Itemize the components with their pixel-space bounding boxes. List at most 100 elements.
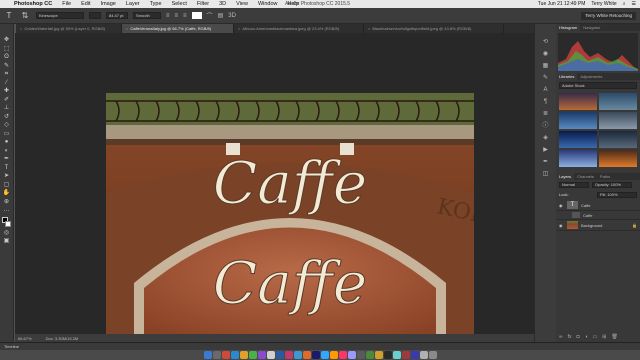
dock-app-icon[interactable]: [392, 351, 401, 359]
fill-field[interactable]: Fill: 100%: [597, 192, 637, 198]
menu-layer[interactable]: Layer: [126, 1, 140, 7]
paths-icon[interactable]: ✒: [542, 158, 550, 166]
timeline-panel[interactable]: Timeline: [0, 342, 640, 350]
lasso-tool-icon[interactable]: ʘ: [2, 53, 12, 62]
antialias-select[interactable]: Smooth: [133, 12, 161, 19]
dock-app-icon[interactable]: [212, 351, 221, 359]
blend-mode-select[interactable]: Normal: [559, 182, 589, 188]
dock-app-icon[interactable]: [257, 351, 266, 359]
dock-app-icon[interactable]: [374, 351, 383, 359]
align-right-icon[interactable]: ≡: [183, 13, 187, 19]
more-tools-icon[interactable]: …: [2, 206, 12, 215]
dock-app-icon[interactable]: [401, 351, 410, 359]
eyedropper-tool-icon[interactable]: ⁄: [2, 79, 12, 88]
menu-select[interactable]: Select: [172, 1, 187, 7]
menu-3d[interactable]: 3D: [219, 1, 226, 7]
paragraph-icon[interactable]: ¶: [542, 98, 550, 106]
canvas-area[interactable]: KONG Caffe Caffe: [15, 33, 534, 338]
library-source-select[interactable]: Adobe Stock: [559, 82, 637, 89]
text-orientation-icon[interactable]: ⇅: [20, 11, 30, 21]
close-icon[interactable]: ×: [126, 26, 128, 31]
character-panel-icon[interactable]: ▤: [218, 12, 224, 19]
3d-icon[interactable]: 3D: [228, 13, 236, 19]
font-family-select[interactable]: Kinescope: [36, 12, 84, 19]
dock-app-icon[interactable]: [293, 351, 302, 359]
new-layer-icon[interactable]: ⊞: [602, 334, 606, 340]
color-icon[interactable]: ◉: [542, 50, 550, 58]
zoom-tool-icon[interactable]: ⊕: [2, 198, 12, 207]
color-swatches[interactable]: [1, 216, 12, 229]
clone-stamp-tool-icon[interactable]: ⊥: [2, 104, 12, 113]
menu-list-icon[interactable]: ☰: [632, 1, 636, 7]
brush-tool-icon[interactable]: ✐: [2, 96, 12, 105]
menu-edit[interactable]: Edit: [81, 1, 90, 7]
menu-app-name[interactable]: Photoshop CC: [14, 1, 52, 7]
align-left-icon[interactable]: ≡: [166, 13, 170, 19]
rectangle-tool-icon[interactable]: ▢: [2, 181, 12, 190]
close-icon[interactable]: ×: [238, 26, 240, 31]
dodge-tool-icon[interactable]: ◐: [2, 147, 12, 156]
visibility-icon[interactable]: ◉: [559, 203, 564, 208]
styles-icon[interactable]: ◈: [542, 134, 550, 142]
dock-app-icon[interactable]: [203, 351, 212, 359]
info-icon[interactable]: ⓘ: [542, 122, 550, 130]
doc-tab[interactable]: × GoldenWaterfall.jpg @ 50% (Layer 0, RGB…: [16, 24, 122, 33]
menu-window[interactable]: Window: [258, 1, 278, 7]
quick-mask-icon[interactable]: ◎: [2, 229, 12, 238]
marquee-tool-icon[interactable]: ⬚: [2, 45, 12, 54]
search-icon[interactable]: ⌕: [623, 1, 626, 7]
group-icon[interactable]: ▭: [593, 334, 598, 340]
brush-presets-icon[interactable]: ✎: [542, 74, 550, 82]
tab-libraries[interactable]: Libraries: [556, 73, 578, 80]
fx-icon[interactable]: fx: [568, 334, 572, 340]
healing-tool-icon[interactable]: ✚: [2, 87, 12, 96]
dock-app-icon[interactable]: [275, 351, 284, 359]
actions-icon[interactable]: ▶: [542, 146, 550, 154]
dock-app-icon[interactable]: [230, 351, 239, 359]
doc-size[interactable]: Doc: 3.30M/15.2M: [46, 336, 79, 341]
layer-row[interactable]: ◉ T Caffe: [556, 200, 640, 211]
stock-thumb[interactable]: [599, 112, 637, 129]
warp-text-icon[interactable]: ⌒: [207, 11, 213, 20]
gradient-tool-icon[interactable]: ▭: [2, 130, 12, 139]
screen-mode-icon[interactable]: ▣: [2, 237, 12, 246]
dock-app-icon[interactable]: [329, 351, 338, 359]
pen-tool-icon[interactable]: ✒: [2, 155, 12, 164]
menu-image[interactable]: Image: [101, 1, 116, 7]
menu-filter[interactable]: Filter: [197, 1, 209, 7]
dock-app-icon[interactable]: [302, 351, 311, 359]
trash-dock-icon[interactable]: [428, 351, 437, 359]
text-color-swatch[interactable]: [191, 12, 202, 19]
tab-channels[interactable]: Channels: [574, 173, 597, 180]
dock-app-icon[interactable]: [221, 351, 230, 359]
clock[interactable]: Tue Jun 21 12:49 PM: [538, 1, 586, 7]
dock-app-icon[interactable]: [419, 351, 428, 359]
close-icon[interactable]: ×: [20, 26, 22, 31]
background-color[interactable]: [4, 220, 11, 227]
tab-paths[interactable]: Paths: [597, 173, 613, 180]
hand-tool-icon[interactable]: ✋: [2, 189, 12, 198]
user-name[interactable]: Terry White: [591, 1, 616, 7]
type-tool-icon[interactable]: T: [4, 11, 14, 21]
visibility-icon[interactable]: ◉: [559, 223, 564, 228]
move-tool-icon[interactable]: ✥: [2, 36, 12, 45]
menu-file[interactable]: File: [62, 1, 71, 7]
path-select-tool-icon[interactable]: ➤: [2, 172, 12, 181]
document-canvas[interactable]: KONG Caffe Caffe: [106, 93, 474, 338]
align-center-icon[interactable]: ≡: [175, 13, 179, 19]
stock-thumb[interactable]: [599, 131, 637, 148]
blur-tool-icon[interactable]: ●: [2, 138, 12, 147]
tab-navigator[interactable]: Navigator: [580, 24, 603, 31]
dock-app-icon[interactable]: [284, 351, 293, 359]
history-icon[interactable]: ⟲: [542, 38, 550, 46]
tab-layers[interactable]: Layers: [556, 173, 575, 180]
layer-row[interactable]: ◉ Background 🔒: [556, 220, 640, 231]
layer-row[interactable]: Caffe: [556, 211, 640, 220]
doc-tab[interactable]: × African-Americanblackmanfara.jpeg @ 23.…: [234, 24, 364, 33]
character-icon[interactable]: A: [542, 86, 550, 94]
doc-tab[interactable]: × Blackhairservicefullgolfsportfield.jpeg…: [364, 24, 504, 33]
dock-app-icon[interactable]: [248, 351, 257, 359]
stock-thumb[interactable]: [559, 93, 597, 110]
dock-app-icon[interactable]: [410, 351, 419, 359]
stock-thumb[interactable]: [559, 150, 597, 167]
